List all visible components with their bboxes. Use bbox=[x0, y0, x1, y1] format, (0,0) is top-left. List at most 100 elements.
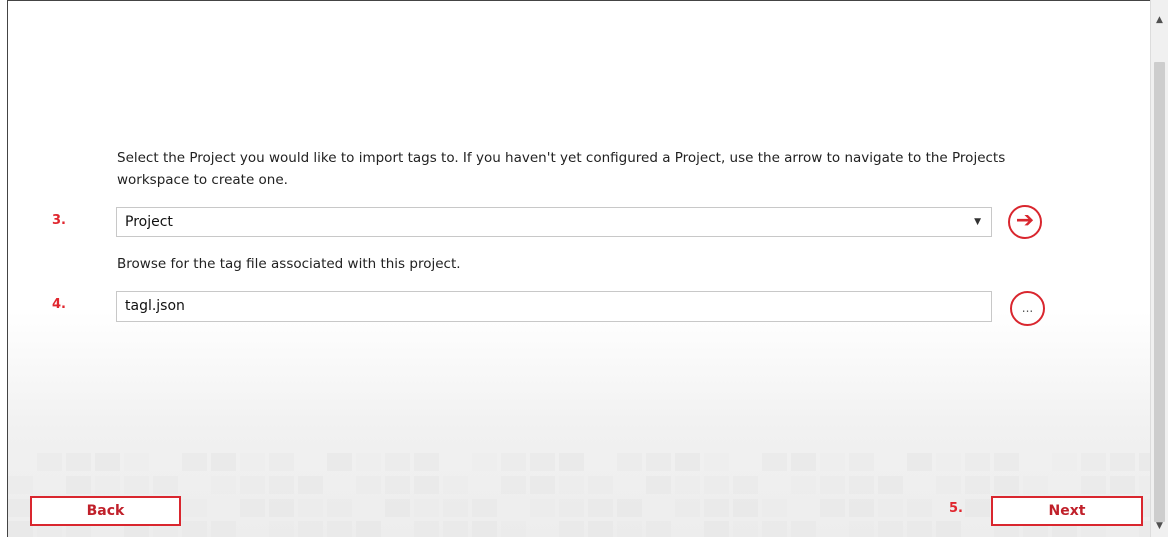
decorative-tile bbox=[936, 476, 961, 494]
decorative-tile bbox=[965, 476, 990, 494]
decorative-tile bbox=[443, 499, 468, 517]
decorative-tile bbox=[849, 476, 874, 494]
project-instruction-text: Select the Project you would like to imp… bbox=[117, 150, 1006, 188]
decorative-tile bbox=[675, 499, 700, 517]
decorative-tile bbox=[646, 476, 671, 494]
decorative-tile bbox=[240, 476, 265, 494]
decorative-tile bbox=[588, 499, 613, 517]
decorative-tile bbox=[733, 521, 758, 537]
scroll-up-icon[interactable]: ▲ bbox=[1151, 12, 1168, 29]
decorative-tile bbox=[559, 499, 584, 517]
decorative-tile bbox=[414, 476, 439, 494]
decorative-tile bbox=[501, 521, 526, 537]
decorative-tile bbox=[878, 499, 903, 517]
step-number-3: 3. bbox=[52, 213, 66, 228]
decorative-tile bbox=[153, 476, 178, 494]
decorative-tile bbox=[878, 476, 903, 494]
step-number-5: 5. bbox=[949, 501, 963, 516]
decorative-tile bbox=[762, 521, 787, 537]
decorative-tile bbox=[472, 453, 497, 471]
decorative-tile bbox=[704, 521, 729, 537]
decorative-tile bbox=[762, 499, 787, 517]
decorative-tile bbox=[414, 499, 439, 517]
navigate-to-projects-button[interactable]: ➔ bbox=[1008, 205, 1042, 239]
decorative-tile bbox=[240, 453, 265, 471]
tag-file-value: tagl.json bbox=[125, 298, 185, 314]
decorative-tile bbox=[472, 499, 497, 517]
decorative-tile bbox=[530, 453, 555, 471]
project-select[interactable]: Project ▼ bbox=[116, 207, 992, 237]
decorative-tile bbox=[559, 476, 584, 494]
decorative-tile bbox=[356, 453, 381, 471]
decorative-tile bbox=[530, 499, 555, 517]
decorative-tile bbox=[240, 499, 265, 517]
decorative-tile bbox=[646, 453, 671, 471]
tag-file-input[interactable]: tagl.json bbox=[116, 291, 992, 322]
arrow-right-circle-icon: ➔ bbox=[1015, 208, 1035, 233]
decorative-tile bbox=[820, 499, 845, 517]
decorative-tile bbox=[559, 521, 584, 537]
decorative-tile bbox=[1139, 453, 1150, 471]
decorative-tile bbox=[211, 476, 236, 494]
decorative-tile bbox=[269, 499, 294, 517]
next-button[interactable]: Next bbox=[991, 496, 1143, 526]
decorative-tile bbox=[95, 476, 120, 494]
decorative-tile bbox=[356, 476, 381, 494]
decorative-tile bbox=[1052, 453, 1077, 471]
decorative-tile bbox=[733, 499, 758, 517]
decorative-tile bbox=[907, 453, 932, 471]
decorative-tile bbox=[907, 521, 932, 537]
decorative-tile bbox=[66, 453, 91, 471]
decorative-tile bbox=[820, 453, 845, 471]
scroll-down-icon[interactable]: ▼ bbox=[1151, 518, 1168, 535]
decorative-tile bbox=[791, 521, 816, 537]
ellipsis-icon: ... bbox=[1021, 301, 1034, 315]
decorative-tile bbox=[965, 453, 990, 471]
back-button[interactable]: Back bbox=[30, 496, 181, 526]
decorative-tile bbox=[646, 521, 671, 537]
decorative-tile bbox=[37, 453, 62, 471]
decorative-tile bbox=[269, 521, 294, 537]
browse-button[interactable]: ... bbox=[1010, 291, 1045, 326]
import-tags-panel: Select the Project you would like to imp… bbox=[7, 0, 1150, 537]
decorative-tile bbox=[385, 499, 410, 517]
decorative-tile bbox=[95, 453, 120, 471]
decorative-tile bbox=[443, 521, 468, 537]
decorative-tile bbox=[1110, 453, 1135, 471]
decorative-tile bbox=[124, 453, 149, 471]
decorative-tile bbox=[385, 453, 410, 471]
project-select-value: Project bbox=[125, 214, 173, 230]
decorative-tile bbox=[472, 521, 497, 537]
decorative-tile bbox=[559, 453, 584, 471]
decorative-tile bbox=[327, 453, 352, 471]
decorative-tile bbox=[1139, 476, 1150, 494]
decorative-tile bbox=[820, 476, 845, 494]
scrollbar-thumb[interactable] bbox=[1154, 62, 1165, 522]
decorative-tile bbox=[269, 453, 294, 471]
decorative-tile bbox=[501, 476, 526, 494]
decorative-tile bbox=[994, 453, 1019, 471]
vertical-scrollbar[interactable]: ▲ ▼ bbox=[1150, 0, 1168, 537]
decorative-tile bbox=[791, 453, 816, 471]
decorative-tile bbox=[298, 499, 323, 517]
decorative-tile bbox=[936, 521, 961, 537]
decorative-tile bbox=[965, 499, 990, 517]
decorative-tile bbox=[588, 476, 613, 494]
decorative-tile bbox=[936, 453, 961, 471]
decorative-tile bbox=[878, 521, 903, 537]
decorative-tile bbox=[849, 453, 874, 471]
decorative-tile bbox=[530, 476, 555, 494]
decorative-tile bbox=[385, 476, 410, 494]
decorative-tile bbox=[704, 499, 729, 517]
decorative-tile bbox=[849, 499, 874, 517]
decorative-tile bbox=[66, 476, 91, 494]
decorative-tile bbox=[182, 521, 207, 537]
decorative-tile bbox=[791, 476, 816, 494]
decorative-tile bbox=[617, 453, 642, 471]
browse-instruction-text: Browse for the tag file associated with … bbox=[117, 256, 461, 272]
decorative-tile bbox=[211, 453, 236, 471]
decorative-tile bbox=[704, 476, 729, 494]
decorative-tile bbox=[1023, 476, 1048, 494]
decorative-tile bbox=[8, 476, 33, 494]
decorative-tile bbox=[182, 499, 207, 517]
